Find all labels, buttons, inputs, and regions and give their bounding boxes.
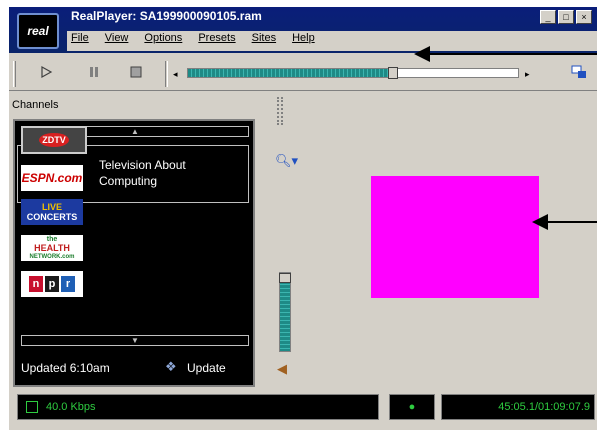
- transport-bar: ◂ ▸: [9, 55, 597, 91]
- channel-live-concerts[interactable]: LIVE CONCERTS: [21, 199, 83, 225]
- toolbar-grip[interactable]: [13, 61, 16, 87]
- menu-view[interactable]: View: [102, 32, 131, 44]
- real-logo: real: [17, 13, 59, 49]
- channels-panel: ▲ ZDTV Television About Computing ESPN.c…: [13, 119, 255, 387]
- npr-letter-n: n: [29, 276, 43, 292]
- bitrate-panel: 40.0 Kbps: [17, 394, 379, 420]
- annotation-arrow-seek-head: [414, 46, 430, 62]
- seek-slider[interactable]: [187, 67, 519, 79]
- panel-splitter-grip[interactable]: [277, 97, 283, 125]
- realplayer-window: real RealPlayer: SA199900090105.ram _ □ …: [8, 6, 597, 430]
- toolbar-separator: [165, 61, 168, 87]
- health-mid: HEALTH: [34, 242, 70, 253]
- npr-letter-r: r: [61, 276, 75, 292]
- channel-zdtv[interactable]: ZDTV: [21, 126, 87, 154]
- connection-icon: [26, 401, 38, 413]
- stop-icon[interactable]: [129, 65, 143, 79]
- channel-espn[interactable]: ESPN.com: [21, 165, 83, 191]
- window-controls: _ □ ×: [540, 10, 592, 24]
- menu-options[interactable]: Options: [142, 32, 185, 44]
- volume-thumb[interactable]: [279, 273, 291, 283]
- live-concerts-bottom: CONCERTS: [26, 212, 78, 222]
- video-display: [371, 176, 539, 298]
- bitrate-text: 40.0 Kbps: [46, 401, 96, 413]
- menu-presets[interactable]: Presets: [196, 32, 238, 44]
- update-button[interactable]: Update: [187, 361, 226, 375]
- update-icon[interactable]: ❖: [165, 359, 177, 375]
- health-bottom: NETWORK.com: [29, 253, 75, 260]
- npr-letter-p: p: [45, 276, 59, 292]
- title-bar: real RealPlayer: SA199900090105.ram _ □ …: [9, 7, 597, 53]
- seek-thumb[interactable]: [387, 67, 398, 79]
- compact-view-icon[interactable]: [571, 65, 587, 79]
- zdtv-logo: ZDTV: [39, 133, 69, 147]
- maximize-button[interactable]: □: [558, 10, 574, 24]
- menu-sites[interactable]: Sites: [249, 32, 279, 44]
- channel-npr[interactable]: n p r: [21, 271, 83, 297]
- channel-health-network[interactable]: the HEALTH NETWORK.com: [21, 235, 83, 261]
- time-readout: 45:05.1/01:09:07.9: [441, 394, 595, 420]
- channels-label: Channels: [12, 99, 59, 111]
- status-indicator: ●: [389, 394, 435, 420]
- menu-file[interactable]: File: [69, 32, 91, 44]
- seek-progress-fill: [188, 69, 393, 77]
- annotation-arrow-seek-line: [428, 53, 597, 55]
- pause-icon[interactable]: [87, 65, 101, 79]
- play-icon[interactable]: [39, 65, 53, 79]
- minimize-button[interactable]: _: [540, 10, 556, 24]
- menu-bar: File View Options Presets Sites Help: [69, 32, 317, 44]
- close-button[interactable]: ×: [576, 10, 592, 24]
- updated-timestamp: Updated 6:10am: [21, 361, 110, 375]
- window-title: RealPlayer: SA199900090105.ram: [71, 9, 262, 23]
- annotation-arrow-video-line: [548, 221, 597, 223]
- zoom-icon[interactable]: 🔍︎▾: [275, 153, 298, 169]
- selected-channel-description: Television About Computing: [99, 158, 186, 188]
- status-bar: 40.0 Kbps ● 45:05.1/01:09:07.9: [9, 391, 597, 423]
- volume-slider[interactable]: [279, 272, 291, 352]
- seek-forward-arrow-icon[interactable]: ▸: [525, 69, 530, 80]
- seek-back-arrow-icon[interactable]: ◂: [173, 69, 178, 80]
- speaker-icon[interactable]: ◀: [277, 361, 287, 377]
- channels-scroll-down-button[interactable]: ▼: [21, 335, 249, 346]
- menu-help[interactable]: Help: [290, 32, 317, 44]
- live-concerts-top: LIVE: [41, 202, 62, 212]
- annotation-arrow-video-head: [532, 214, 548, 230]
